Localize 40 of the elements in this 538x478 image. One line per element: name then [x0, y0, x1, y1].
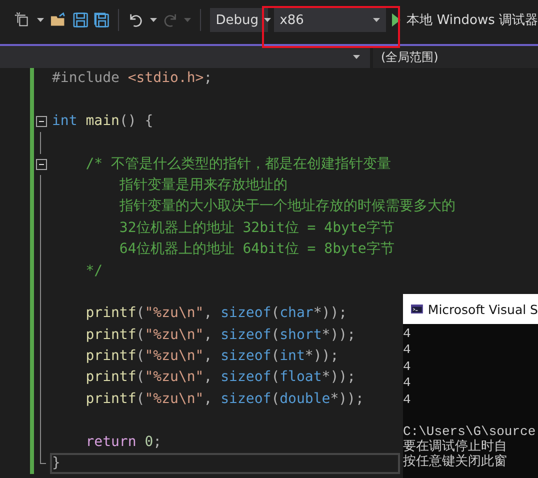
console-line: 4: [403, 326, 412, 342]
save-all-icon[interactable]: [94, 12, 110, 28]
code-line: return 0;: [84, 432, 162, 452]
code-line: printf("%zu\n", sizeof(double*));: [84, 390, 364, 409]
console-line: 4: [403, 342, 412, 359]
code-line: printf("%zu\n", sizeof(char*));: [84, 304, 348, 324]
console-title: Microsoft Visual S: [428, 302, 538, 316]
console-line: C:\Users\G\source: [403, 424, 537, 439]
caret-icon[interactable]: [353, 55, 360, 59]
console-line: 按任意键关闭此窗: [403, 454, 508, 469]
code-line: 指针变量的大小取决于一个地址存放的时候需要多大的: [118, 197, 456, 216]
console-line: 要在调试停止时自: [403, 438, 508, 454]
code-line: int main() {: [51, 112, 154, 131]
code-line: /* 不管是什么类型的指针，都是在创建指针变量: [84, 154, 392, 174]
play-icon[interactable]: [392, 13, 401, 27]
undo-icon[interactable]: [128, 12, 144, 28]
code-line: 64位机器上的地址 64bit位 = 8byte字节: [118, 240, 394, 260]
run-button[interactable]: 本地 Windows 调试器: [406, 11, 538, 29]
caret-icon[interactable]: [373, 18, 380, 22]
caret-icon[interactable]: [264, 18, 272, 22]
console-line: 4: [403, 392, 412, 408]
platform-dropdown[interactable]: x86: [274, 8, 386, 32]
code-line: printf("%zu\n", sizeof(float*));: [84, 368, 356, 388]
console-icon: [411, 303, 423, 315]
collapse-icon[interactable]: [36, 116, 47, 127]
console-line: 4: [403, 358, 412, 376]
code-line: printf("%zu\n", sizeof(short*));: [84, 326, 356, 345]
caret-icon[interactable]: [150, 18, 157, 22]
open-folder-icon[interactable]: [50, 12, 68, 28]
caret-icon[interactable]: [37, 18, 44, 22]
code-line: 指针变量是用来存放地址的: [118, 176, 288, 195]
code-line: */: [84, 262, 103, 281]
code-line: }: [50, 453, 400, 474]
configuration-dropdown[interactable]: Debug: [210, 8, 268, 32]
code-line: printf("%zu\n", sizeof(int*));: [84, 347, 339, 366]
code-line: 32位机器上的地址 32bit位 = 4byte字节: [118, 218, 394, 238]
code-line: #include <stdio.h>;: [51, 69, 212, 88]
collapse-icon[interactable]: [36, 158, 47, 170]
save-icon[interactable]: [73, 12, 88, 28]
console-line: 4: [403, 375, 412, 392]
